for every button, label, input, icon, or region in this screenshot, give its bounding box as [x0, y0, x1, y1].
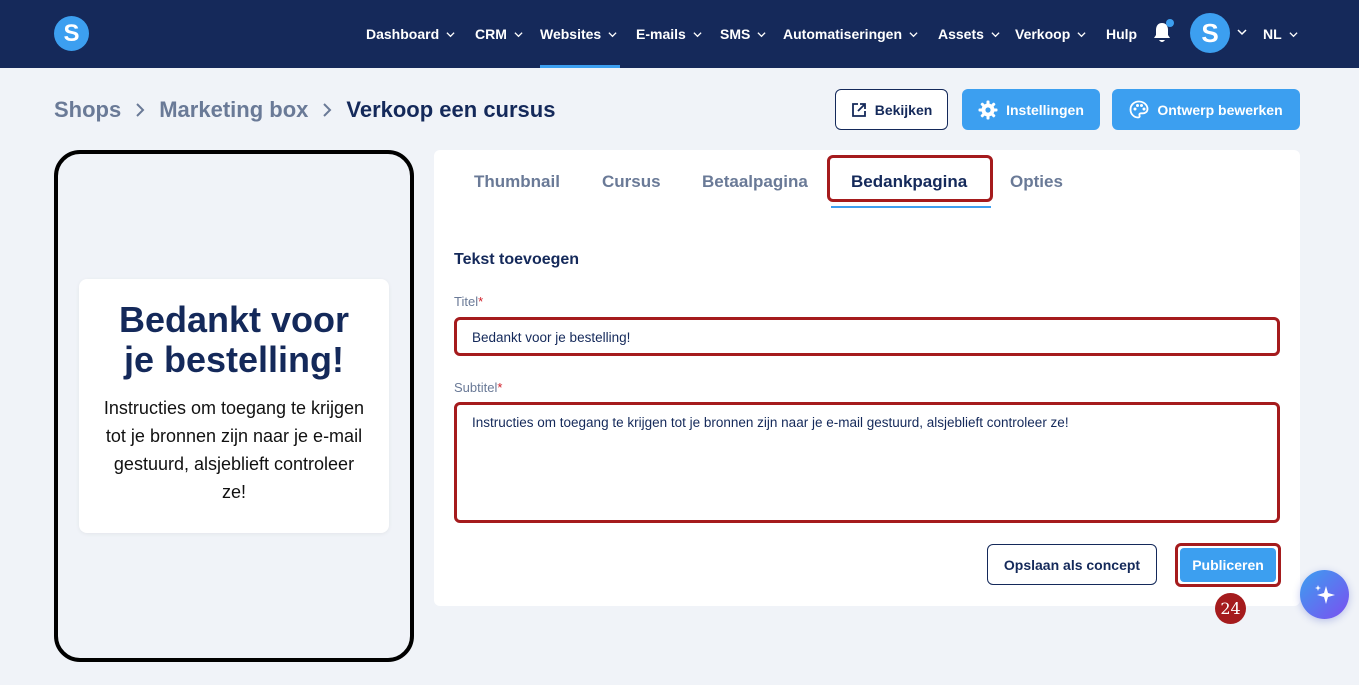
settings-button-label: Instellingen	[1006, 101, 1084, 118]
edit-design-button[interactable]: Ontwerp bewerken	[1112, 89, 1300, 130]
edit-design-button-label: Ontwerp bewerken	[1157, 101, 1283, 118]
subtitle-textarea[interactable]: Instructies om toegang te krijgen tot je…	[454, 402, 1280, 523]
publish-highlight: Publiceren	[1175, 543, 1281, 587]
tab-opties[interactable]: Opties	[1010, 154, 1063, 210]
nav-item-verkoop[interactable]: Verkoop	[1015, 0, 1086, 68]
chevron-down-icon	[757, 31, 766, 37]
nav-item-dashboard[interactable]: Dashboard	[366, 0, 455, 68]
nav-label: Websites	[540, 26, 602, 42]
top-navigation-bar: S Dashboard CRM Websites E-mails SMS Aut…	[0, 0, 1359, 68]
nav-item-websites[interactable]: Websites	[540, 0, 620, 68]
breadcrumb-marketing-box[interactable]: Marketing box	[159, 97, 308, 123]
notification-dot	[1166, 19, 1174, 27]
language-selector[interactable]: NL	[1263, 0, 1298, 68]
nav-label: CRM	[475, 26, 507, 42]
palette-icon	[1129, 100, 1149, 118]
chevron-right-icon	[136, 103, 145, 117]
title-field-label: Titel*	[454, 294, 483, 309]
language-label: NL	[1263, 26, 1282, 42]
nav-label: Assets	[938, 26, 984, 42]
section-title: Tekst toevoegen	[454, 251, 580, 268]
nav-item-automatiseringen[interactable]: Automatiseringen	[783, 0, 918, 68]
title-input-value: Bedankt voor je bestelling!	[472, 330, 631, 345]
chevron-down-icon	[909, 31, 918, 37]
preview-card: Bedankt voor je bestelling! Instructies …	[79, 279, 389, 533]
step-badge: 24	[1215, 593, 1246, 624]
chevron-down-icon	[1289, 31, 1298, 37]
nav-label: E-mails	[636, 26, 686, 42]
tab-thumbnail[interactable]: Thumbnail	[474, 154, 560, 210]
gear-icon	[978, 100, 998, 119]
required-marker: *	[497, 380, 503, 395]
nav-label: Dashboard	[366, 26, 440, 42]
user-avatar[interactable]: S	[1190, 13, 1230, 53]
editor-panel: Thumbnail Cursus Betaalpagina Bedankpagi…	[434, 150, 1300, 606]
tab-betaalpagina[interactable]: Betaalpagina	[702, 154, 808, 210]
chevron-down-icon	[608, 31, 617, 37]
subtitle-input-value: Instructies om toegang te krijgen tot je…	[472, 415, 1069, 430]
breadcrumb: Shops Marketing box Verkoop een cursus	[54, 95, 555, 125]
save-draft-button[interactable]: Opslaan als concept	[987, 544, 1157, 585]
publish-button[interactable]: Publiceren	[1180, 548, 1276, 582]
preview-subtitle: Instructies om toegang te krijgen tot je…	[103, 398, 365, 502]
chevron-down-icon	[991, 31, 1000, 37]
nav-label: Hulp	[1106, 26, 1138, 42]
chevron-right-icon	[323, 103, 332, 117]
nav-item-hulp[interactable]: Hulp	[1106, 0, 1137, 68]
tab-cursus[interactable]: Cursus	[602, 154, 661, 210]
sparkle-icon	[1314, 584, 1335, 604]
nav-item-emails[interactable]: E-mails	[636, 0, 702, 68]
phone-preview: Bedankt voor je bestelling! Instructies …	[54, 150, 414, 662]
page-title: Verkoop een cursus	[346, 97, 556, 122]
nav-label: Automatiseringen	[783, 26, 903, 42]
title-label-text: Titel	[454, 294, 479, 309]
chevron-down-icon	[1077, 31, 1086, 37]
nav-item-crm[interactable]: CRM	[475, 0, 523, 68]
external-link-icon	[851, 102, 866, 117]
active-tab-indicator	[831, 206, 991, 208]
preview-title: Bedankt voor je bestelling!	[118, 299, 350, 380]
nav-label: SMS	[720, 26, 751, 42]
subtitle-field-label: Subtitel*	[454, 380, 502, 395]
chevron-down-icon	[446, 31, 455, 37]
nav-item-assets[interactable]: Assets	[938, 0, 1000, 68]
view-button[interactable]: Bekijken	[835, 89, 948, 130]
tab-bedankpagina[interactable]: Bedankpagina	[851, 154, 967, 210]
app-logo[interactable]: S	[54, 16, 89, 51]
breadcrumb-shops[interactable]: Shops	[54, 97, 121, 123]
required-marker: *	[478, 294, 484, 309]
ai-assistant-button[interactable]	[1300, 570, 1349, 619]
chevron-down-icon[interactable]	[1237, 27, 1247, 37]
settings-button[interactable]: Instellingen	[962, 89, 1100, 130]
chevron-down-icon	[693, 31, 702, 37]
subtitle-label-text: Subtitel	[454, 380, 498, 395]
chevron-down-icon	[514, 31, 523, 37]
title-input[interactable]: Bedankt voor je bestelling!	[454, 317, 1280, 356]
view-button-label: Bekijken	[874, 101, 933, 118]
nav-item-sms[interactable]: SMS	[720, 0, 766, 68]
nav-label: Verkoop	[1015, 26, 1071, 42]
